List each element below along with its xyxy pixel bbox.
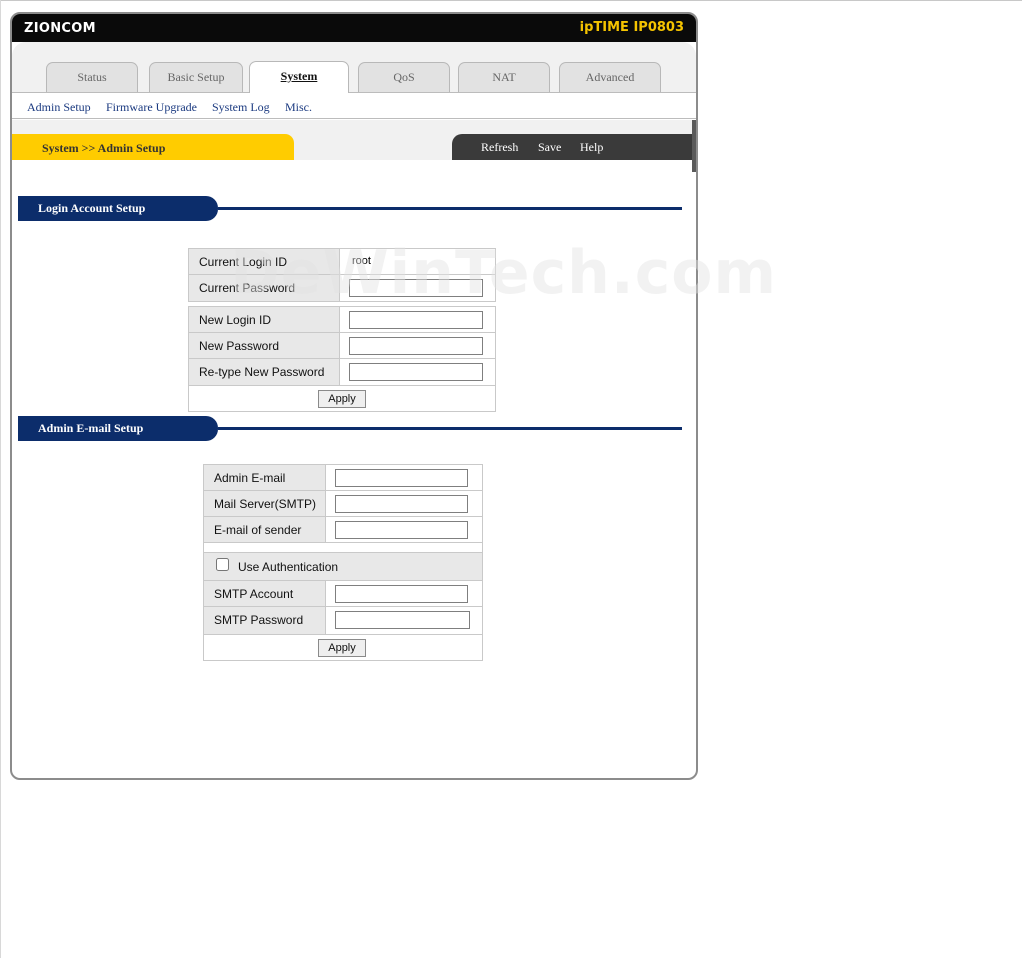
tab-system[interactable]: System	[249, 61, 349, 93]
title-bar: ZIONCOM ipTIME IP0803	[12, 14, 696, 42]
tab-basic-setup[interactable]: Basic Setup	[149, 62, 243, 92]
router-admin-panel: ZIONCOM ipTIME IP0803 Status Basic Setup…	[10, 12, 698, 780]
subnav-system-log[interactable]: System Log	[212, 100, 270, 115]
use-auth-checkbox[interactable]	[216, 558, 229, 571]
breadcrumb: System >> Admin Setup	[12, 134, 294, 160]
smtp-password-field[interactable]	[335, 611, 470, 629]
window-top-border	[0, 0, 1022, 1]
current-login-id-field	[349, 252, 483, 270]
sender-email-row: E-mail of sender	[204, 517, 482, 543]
mail-server-row: Mail Server(SMTP)	[204, 491, 482, 517]
email-setup-form: Admin E-mail Mail Server(SMTP) E-mail of…	[203, 464, 483, 661]
save-link[interactable]: Save	[538, 140, 561, 155]
admin-email-field[interactable]	[335, 469, 468, 487]
tab-nat[interactable]: NAT	[458, 62, 550, 92]
help-link[interactable]: Help	[580, 140, 603, 155]
mail-server-field[interactable]	[335, 495, 468, 513]
current-password-row: Current Password	[189, 275, 495, 301]
email-apply-button[interactable]: Apply	[318, 639, 366, 657]
new-login-id-row: New Login ID	[189, 307, 495, 333]
smtp-password-label: SMTP Password	[204, 607, 326, 634]
smtp-account-field[interactable]	[335, 585, 468, 603]
new-password-label: New Password	[189, 333, 340, 358]
mail-server-label: Mail Server(SMTP)	[204, 491, 326, 516]
section-divider	[218, 427, 682, 430]
tab-advanced[interactable]: Advanced	[559, 62, 661, 92]
sender-email-field[interactable]	[335, 521, 468, 539]
use-auth-row: Use Authentication	[204, 553, 482, 581]
use-auth-label: Use Authentication	[238, 560, 339, 574]
current-account-form: Current Login ID Current Password	[188, 248, 496, 302]
admin-email-row: Admin E-mail	[204, 465, 482, 491]
model-name: ipTIME IP0803	[579, 20, 684, 35]
tab-status[interactable]: Status	[46, 62, 138, 92]
section-title: Login Account Setup	[18, 196, 218, 221]
current-login-id-label: Current Login ID	[189, 249, 340, 274]
new-login-id-field[interactable]	[349, 311, 483, 329]
current-password-field[interactable]	[349, 279, 483, 297]
subnav-firmware-upgrade[interactable]: Firmware Upgrade	[106, 100, 197, 115]
sub-navigation: Admin Setup Firmware Upgrade System Log …	[12, 92, 696, 119]
retype-password-label: Re-type New Password	[189, 359, 340, 385]
brand-logo: ZIONCOM	[24, 21, 96, 36]
section-divider	[218, 207, 682, 210]
section-title: Admin E-mail Setup	[18, 416, 218, 441]
window-left-border	[0, 0, 1, 958]
spacer-row	[204, 543, 482, 553]
subnav-admin-setup[interactable]: Admin Setup	[27, 100, 91, 115]
admin-email-label: Admin E-mail	[204, 465, 326, 490]
new-login-id-label: New Login ID	[189, 307, 340, 332]
retype-password-field[interactable]	[349, 363, 483, 381]
new-password-row: New Password	[189, 333, 495, 359]
smtp-password-row: SMTP Password	[204, 607, 482, 635]
new-account-form: New Login ID New Password Re-type New Pa…	[188, 306, 496, 412]
subnav-misc[interactable]: Misc.	[285, 100, 312, 115]
retype-password-row: Re-type New Password	[189, 359, 495, 386]
smtp-account-label: SMTP Account	[204, 581, 326, 606]
smtp-account-row: SMTP Account	[204, 581, 482, 607]
tab-qos[interactable]: QoS	[358, 62, 450, 92]
current-password-label: Current Password	[189, 275, 340, 301]
refresh-link[interactable]: Refresh	[481, 140, 518, 155]
current-login-id-row: Current Login ID	[189, 249, 495, 275]
new-password-field[interactable]	[349, 337, 483, 355]
panel-edge-shadow	[692, 120, 696, 172]
login-apply-button[interactable]: Apply	[318, 390, 366, 408]
sender-email-label: E-mail of sender	[204, 517, 326, 542]
action-bar: Refresh Save Help	[452, 134, 696, 160]
